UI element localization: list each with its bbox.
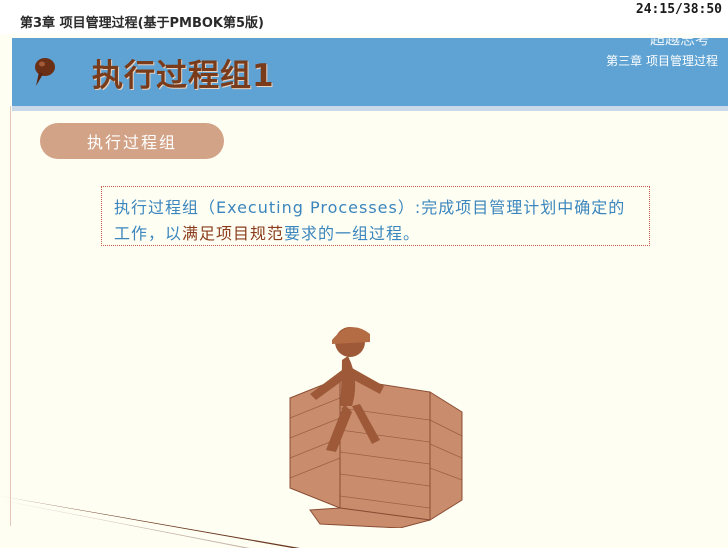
course-title: 第3章 项目管理过程(基于PMBOK第5版) [20,16,264,31]
playback-timer: 24:15/38:50 [635,2,722,17]
slide-header: 执行过程组1 超越思考 第三章 项目管理过程 [12,30,728,111]
slide-title: 执行过程组1 [92,58,275,94]
watermark: 超越思考 [649,30,710,48]
pushpin-icon [35,58,55,86]
definition-box: 执行过程组（Executing Processes）:完成项目管理计划中确定的工… [101,186,650,246]
decorative-swoosh [0,496,300,548]
section-pill: 执行过程组 [40,123,224,159]
player-top-bar: 第3章 项目管理过程(基于PMBOK第5版) 24:15/38:50 [0,0,728,34]
chapter-label: 第三章 项目管理过程 [606,54,718,68]
definition-emphasis: 满足项目规范 [182,224,285,243]
definition-text-2: 要求的一组过程。 [284,224,421,243]
